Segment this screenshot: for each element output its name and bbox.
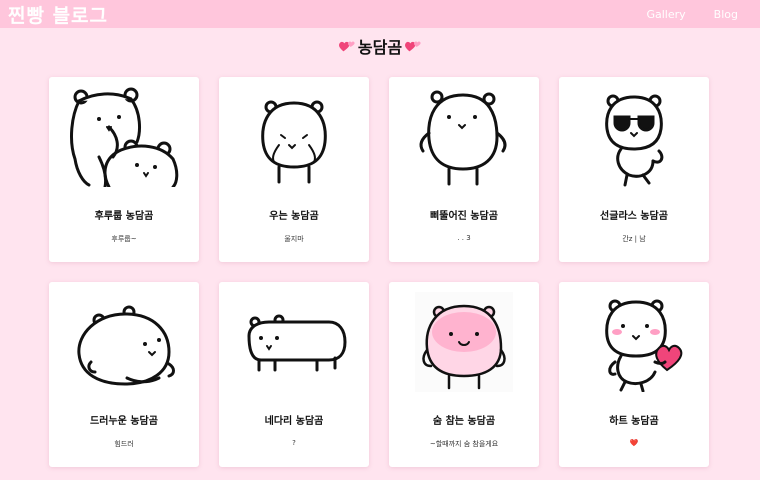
card-sunglasses[interactable]: 선글라스 농담곰 간z | 남	[559, 77, 709, 262]
card-desc: . . 3	[457, 234, 471, 242]
heart-bear-icon	[605, 299, 683, 392]
navbar: 찐빵 블로그 Gallery Blog	[0, 0, 760, 28]
card-four-legs[interactable]: 네다리 농담곰 ?	[219, 282, 369, 467]
card-desc: ?	[292, 439, 296, 447]
card-lying[interactable]: 드러누운 농담곰 힘드러	[49, 282, 199, 467]
card-desc: ~할때까지 숨 참을게요	[429, 440, 499, 448]
holding-breath-bear-icon	[415, 292, 513, 392]
card-title: 후루룹 농담곰	[94, 211, 154, 222]
card-desc: 간z | 남	[622, 235, 646, 243]
brand-logo[interactable]: 찐빵 블로그	[8, 1, 108, 28]
nav-link-blog[interactable]: Blog	[700, 8, 752, 21]
card-title: 선글라스 농담곰	[600, 211, 668, 222]
card-hururup[interactable]: 후루룹 농담곰 후루룹~	[49, 77, 199, 262]
card-desc: 후루룹~	[111, 235, 137, 243]
card-holding-breath[interactable]: 숨 참는 농담곰 ~할때까지 숨 참을게요	[389, 282, 539, 467]
card-title: 네다리 농담곰	[264, 416, 324, 427]
card-title: 삐뚤어진 농담곰	[430, 211, 498, 222]
card-desc: 힘드러	[114, 440, 134, 448]
page-title: 농담곰	[0, 34, 760, 58]
tilted-bear-icon	[419, 90, 507, 186]
two-bears-hugging-icon	[70, 87, 179, 187]
hearts-icon	[338, 41, 355, 52]
sunglasses-bear-icon	[605, 94, 664, 187]
nav-links: Gallery Blog	[632, 8, 752, 21]
crying-bear-icon	[261, 100, 327, 184]
card-title: 숨 참는 농담곰	[432, 416, 496, 427]
hearts-icon	[405, 41, 421, 52]
card-grid: 후루룹 농담곰 후루룹~ 우는 농담곰 울지마 삐뚤어진 농담곰 . . 3 선…	[49, 77, 709, 467]
four-legged-bear-icon	[247, 314, 347, 372]
card-crying[interactable]: 우는 농담곰 울지마	[219, 77, 369, 262]
card-title: 드러누운 농담곰	[90, 416, 158, 427]
lying-bear-icon	[77, 305, 175, 386]
card-tilted[interactable]: 삐뚤어진 농담곰 . . 3	[389, 77, 539, 262]
card-heart[interactable]: 하트 농담곰 ❤️	[559, 282, 709, 467]
card-desc: ❤️	[629, 439, 639, 447]
nav-link-gallery[interactable]: Gallery	[632, 8, 699, 21]
page-title-text: 농담곰	[357, 38, 403, 57]
card-desc: 울지마	[284, 235, 304, 243]
card-title: 하트 농담곰	[609, 416, 659, 427]
card-title: 우는 농담곰	[269, 211, 319, 222]
